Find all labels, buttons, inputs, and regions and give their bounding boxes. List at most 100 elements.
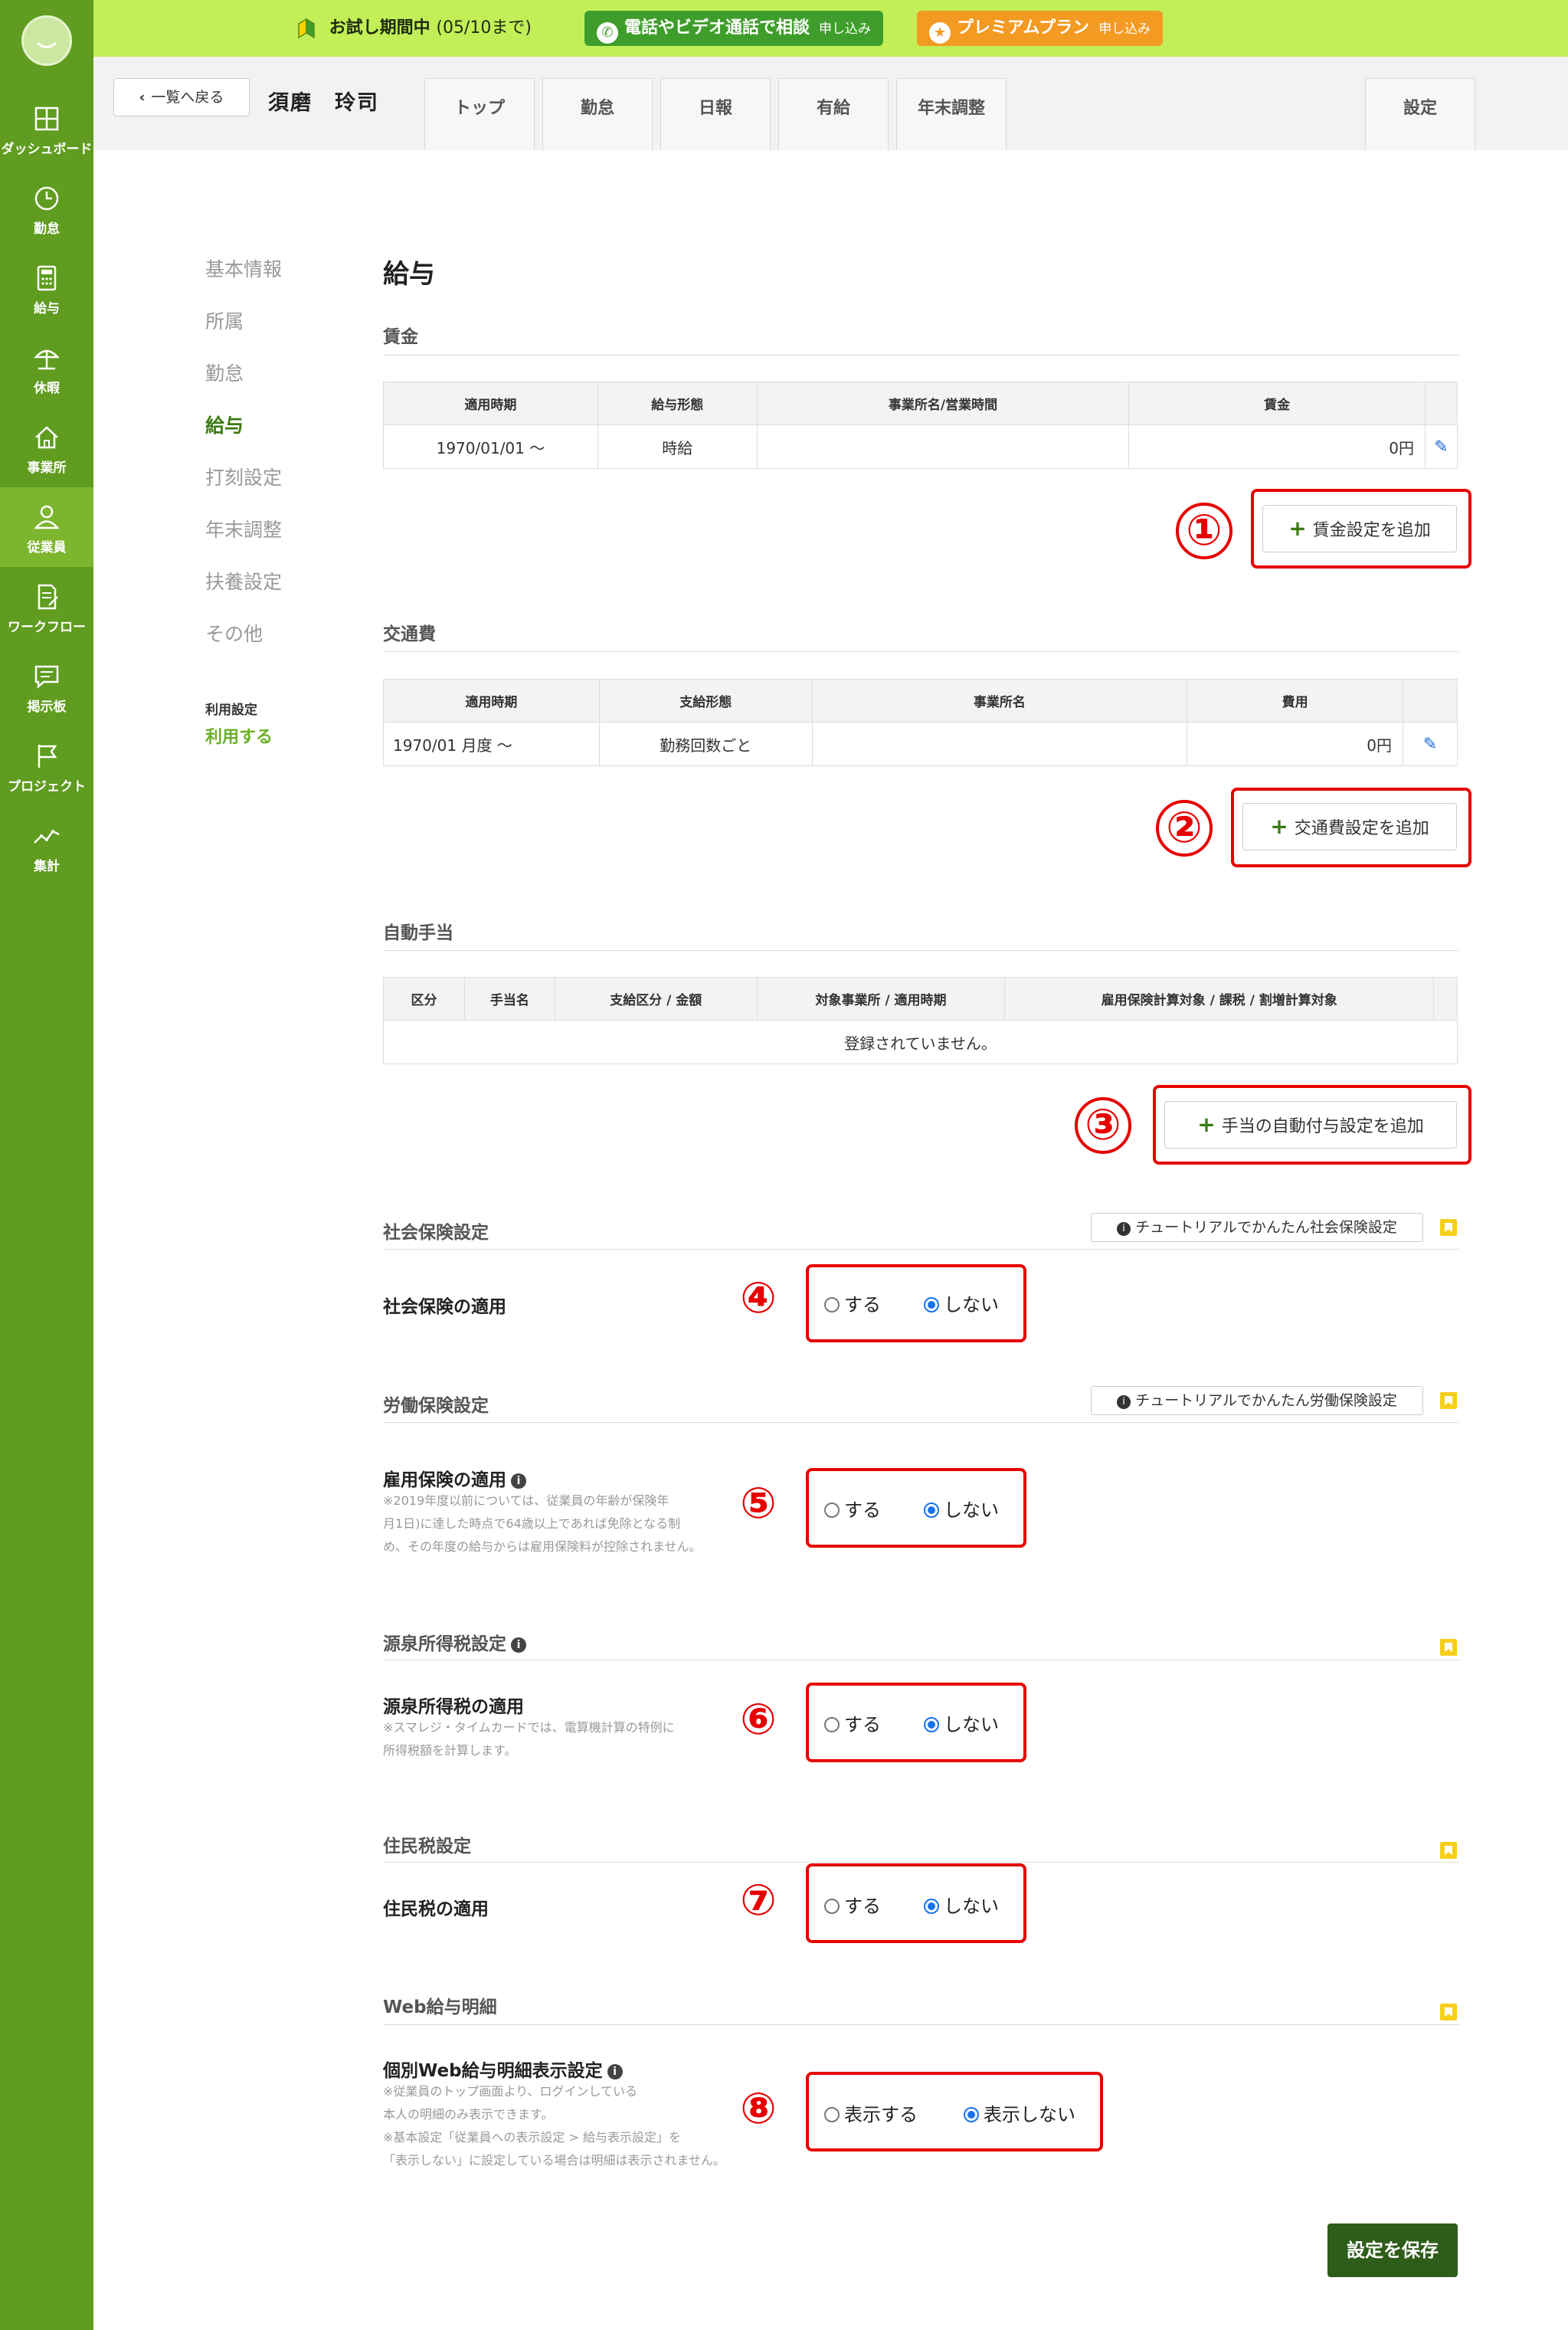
subnav-dependents[interactable]: 扶養設定 bbox=[205, 567, 282, 595]
marker-2: ② bbox=[1156, 800, 1213, 857]
col-header: 対象事業所 / 適用時期 bbox=[756, 977, 1006, 1021]
chart-line-icon bbox=[34, 830, 60, 844]
sidebar-item-label: 集計 bbox=[34, 859, 60, 874]
social-insurance-tutorial-button[interactable]: i チュートリアルでかんたん社会保険設定 bbox=[1091, 1213, 1423, 1242]
income-tax-no-radio[interactable]: しない bbox=[924, 1709, 999, 1736]
subnav-payroll[interactable]: 給与 bbox=[205, 411, 244, 438]
sidebar-item-label: 給与 bbox=[34, 301, 60, 316]
sidebar-item-leave[interactable]: 休暇 bbox=[0, 328, 93, 408]
divider bbox=[383, 950, 1459, 951]
edit-pencil-icon[interactable]: ✎ bbox=[1434, 437, 1448, 457]
col-header: 雇用保険計算対象 / 課税 / 割増計算対象 bbox=[1004, 977, 1434, 1021]
info-icon[interactable]: i bbox=[511, 1637, 526, 1653]
radio-label: する bbox=[844, 1294, 881, 1316]
bookmark-icon[interactable] bbox=[1440, 1219, 1457, 1236]
sidebar-item-employees[interactable]: 従業員 bbox=[0, 487, 93, 567]
tab-daily-report[interactable]: 日報 bbox=[660, 78, 771, 150]
sidebar-item-payroll[interactable]: 給与 bbox=[0, 248, 93, 328]
bookmark-icon[interactable] bbox=[1440, 1392, 1457, 1409]
subnav-clock-settings[interactable]: 打刻設定 bbox=[205, 463, 282, 490]
resident-tax-yes-radio[interactable]: する bbox=[824, 1891, 881, 1918]
note-line: め、その年度の給与からは雇用保険料が控除されません。 bbox=[383, 1539, 702, 1554]
web-payslip-section-title: Web給与明細 bbox=[383, 1997, 497, 2017]
marker-8: ⑧ bbox=[740, 2084, 777, 2134]
premium-apply: 申し込み bbox=[1098, 21, 1151, 37]
subnav-attendance[interactable]: 勤怠 bbox=[205, 359, 244, 386]
sidebar-item-attendance[interactable]: 勤怠 bbox=[0, 169, 93, 248]
sidebar-item-office[interactable]: 事業所 bbox=[0, 408, 93, 487]
radio-unchecked-icon bbox=[824, 1503, 840, 1518]
labor-insurance-tutorial-button[interactable]: i チュートリアルでかんたん労働保険設定 bbox=[1091, 1386, 1423, 1415]
income-tax-field-label: 源泉所得税の適用 bbox=[383, 1697, 524, 1717]
subnav-year-end[interactable]: 年末調整 bbox=[205, 515, 282, 542]
save-settings-button[interactable]: 設定を保存 bbox=[1327, 2223, 1458, 2277]
sidebar: ダッシュボード 勤怠 給与 休暇 事業所 従業員 ワークフロー 掲示板 プロジェ… bbox=[0, 0, 93, 2330]
transport-section-title: 交通費 bbox=[383, 624, 436, 644]
social-insurance-yes-radio[interactable]: する bbox=[824, 1290, 881, 1316]
smiley-logo-icon[interactable] bbox=[21, 15, 72, 66]
bookmark-icon[interactable] bbox=[1440, 2004, 1457, 2020]
web-payslip-hide-radio[interactable]: 表示しない bbox=[964, 2099, 1075, 2126]
trial-status: お試し期間中 (05/10まで) bbox=[296, 14, 532, 41]
radio-checked-icon bbox=[964, 2107, 979, 2122]
tab-top[interactable]: トップ bbox=[424, 78, 535, 150]
sidebar-item-dashboard[interactable]: ダッシュボード bbox=[0, 89, 93, 169]
bookmark-icon[interactable] bbox=[1440, 1639, 1457, 1656]
employment-insurance-yes-radio[interactable]: する bbox=[824, 1495, 881, 1522]
trial-until: (05/10まで) bbox=[436, 18, 532, 38]
radio-label: しない bbox=[944, 1896, 999, 1917]
income-tax-yes-radio[interactable]: する bbox=[824, 1709, 881, 1736]
edit-pencil-icon[interactable]: ✎ bbox=[1423, 735, 1437, 754]
consult-button[interactable]: ✆ 電話やビデオ通話で相談 申し込み bbox=[584, 11, 884, 46]
page-title: 給与 bbox=[383, 259, 435, 290]
sidebar-item-label: プロジェクト bbox=[8, 779, 86, 795]
info-icon[interactable]: i bbox=[511, 1473, 526, 1489]
col-header: 支給形態 bbox=[598, 679, 813, 723]
info-icon[interactable]: i bbox=[607, 2064, 623, 2079]
subnav-basic-info[interactable]: 基本情報 bbox=[205, 254, 282, 282]
sidebar-item-workflow[interactable]: ワークフロー bbox=[0, 567, 93, 647]
office-cell bbox=[756, 424, 1130, 469]
marker-4: ④ bbox=[740, 1273, 777, 1323]
divider bbox=[383, 2024, 1459, 2025]
col-header: 支給区分 / 金額 bbox=[554, 977, 758, 1021]
tab-year-end[interactable]: 年末調整 bbox=[896, 78, 1007, 150]
resident-tax-no-radio[interactable]: しない bbox=[924, 1891, 999, 1918]
tab-attendance[interactable]: 勤怠 bbox=[542, 78, 653, 150]
person-icon bbox=[34, 505, 60, 529]
employment-insurance-no-radio[interactable]: しない bbox=[924, 1495, 999, 1522]
field-text: 個別Web給与明細表示設定 bbox=[383, 2061, 603, 2081]
subnav-affiliation[interactable]: 所属 bbox=[205, 306, 244, 334]
bookmark-icon[interactable] bbox=[1440, 1842, 1457, 1859]
back-label: 一覧へ戻る bbox=[151, 89, 224, 106]
sidebar-item-board[interactable]: 掲示板 bbox=[0, 647, 93, 726]
sidebar-item-project[interactable]: プロジェクト bbox=[0, 726, 93, 806]
radio-checked-icon bbox=[924, 1899, 939, 1914]
add-allowance-setting-button[interactable]: + 手当の自動付与設定を追加 bbox=[1164, 1101, 1457, 1149]
add-transport-setting-button[interactable]: + 交通費設定を追加 bbox=[1242, 803, 1457, 850]
sidebar-item-label: 従業員 bbox=[27, 540, 67, 555]
premium-plan-button[interactable]: ★ プレミアムプラン 申し込み bbox=[917, 11, 1164, 46]
tab-settings[interactable]: 設定 bbox=[1365, 78, 1475, 150]
radio-label: 表示する bbox=[844, 2104, 918, 2125]
wage-section-title: 賃金 bbox=[383, 327, 418, 347]
radio-unchecked-icon bbox=[824, 2107, 840, 2122]
usage-setting-label: 利用設定 bbox=[205, 703, 257, 718]
web-payslip-show-radio[interactable]: 表示する bbox=[824, 2099, 918, 2126]
allowance-table: 区分 手当名 支給区分 / 金額 対象事業所 / 適用時期 雇用保険計算対象 /… bbox=[383, 977, 1458, 1064]
sidebar-item-stats[interactable]: 集計 bbox=[0, 806, 93, 886]
chat-icon bbox=[34, 665, 59, 689]
resident-tax-field-label: 住民税の適用 bbox=[383, 1899, 489, 1919]
col-header: 手当名 bbox=[463, 977, 555, 1021]
add-wage-setting-button[interactable]: + 賃金設定を追加 bbox=[1262, 505, 1457, 552]
back-to-list-button[interactable]: ‹ 一覧へ戻る bbox=[113, 78, 250, 116]
info-icon: i bbox=[1117, 1395, 1131, 1409]
wage-table: 適用時期 給与形態 事業所名/営業時間 賃金 1970/01/01 〜 時給 0… bbox=[383, 382, 1458, 469]
radio-label: しない bbox=[944, 1294, 999, 1316]
beach-icon bbox=[34, 349, 60, 370]
social-insurance-no-radio[interactable]: しない bbox=[924, 1290, 999, 1316]
subnav-other[interactable]: その他 bbox=[205, 619, 263, 647]
divider bbox=[383, 1422, 1459, 1423]
income-tax-section-title: 源泉所得税設定 i bbox=[383, 1629, 526, 1655]
tab-paid-leave[interactable]: 有給 bbox=[778, 78, 889, 150]
